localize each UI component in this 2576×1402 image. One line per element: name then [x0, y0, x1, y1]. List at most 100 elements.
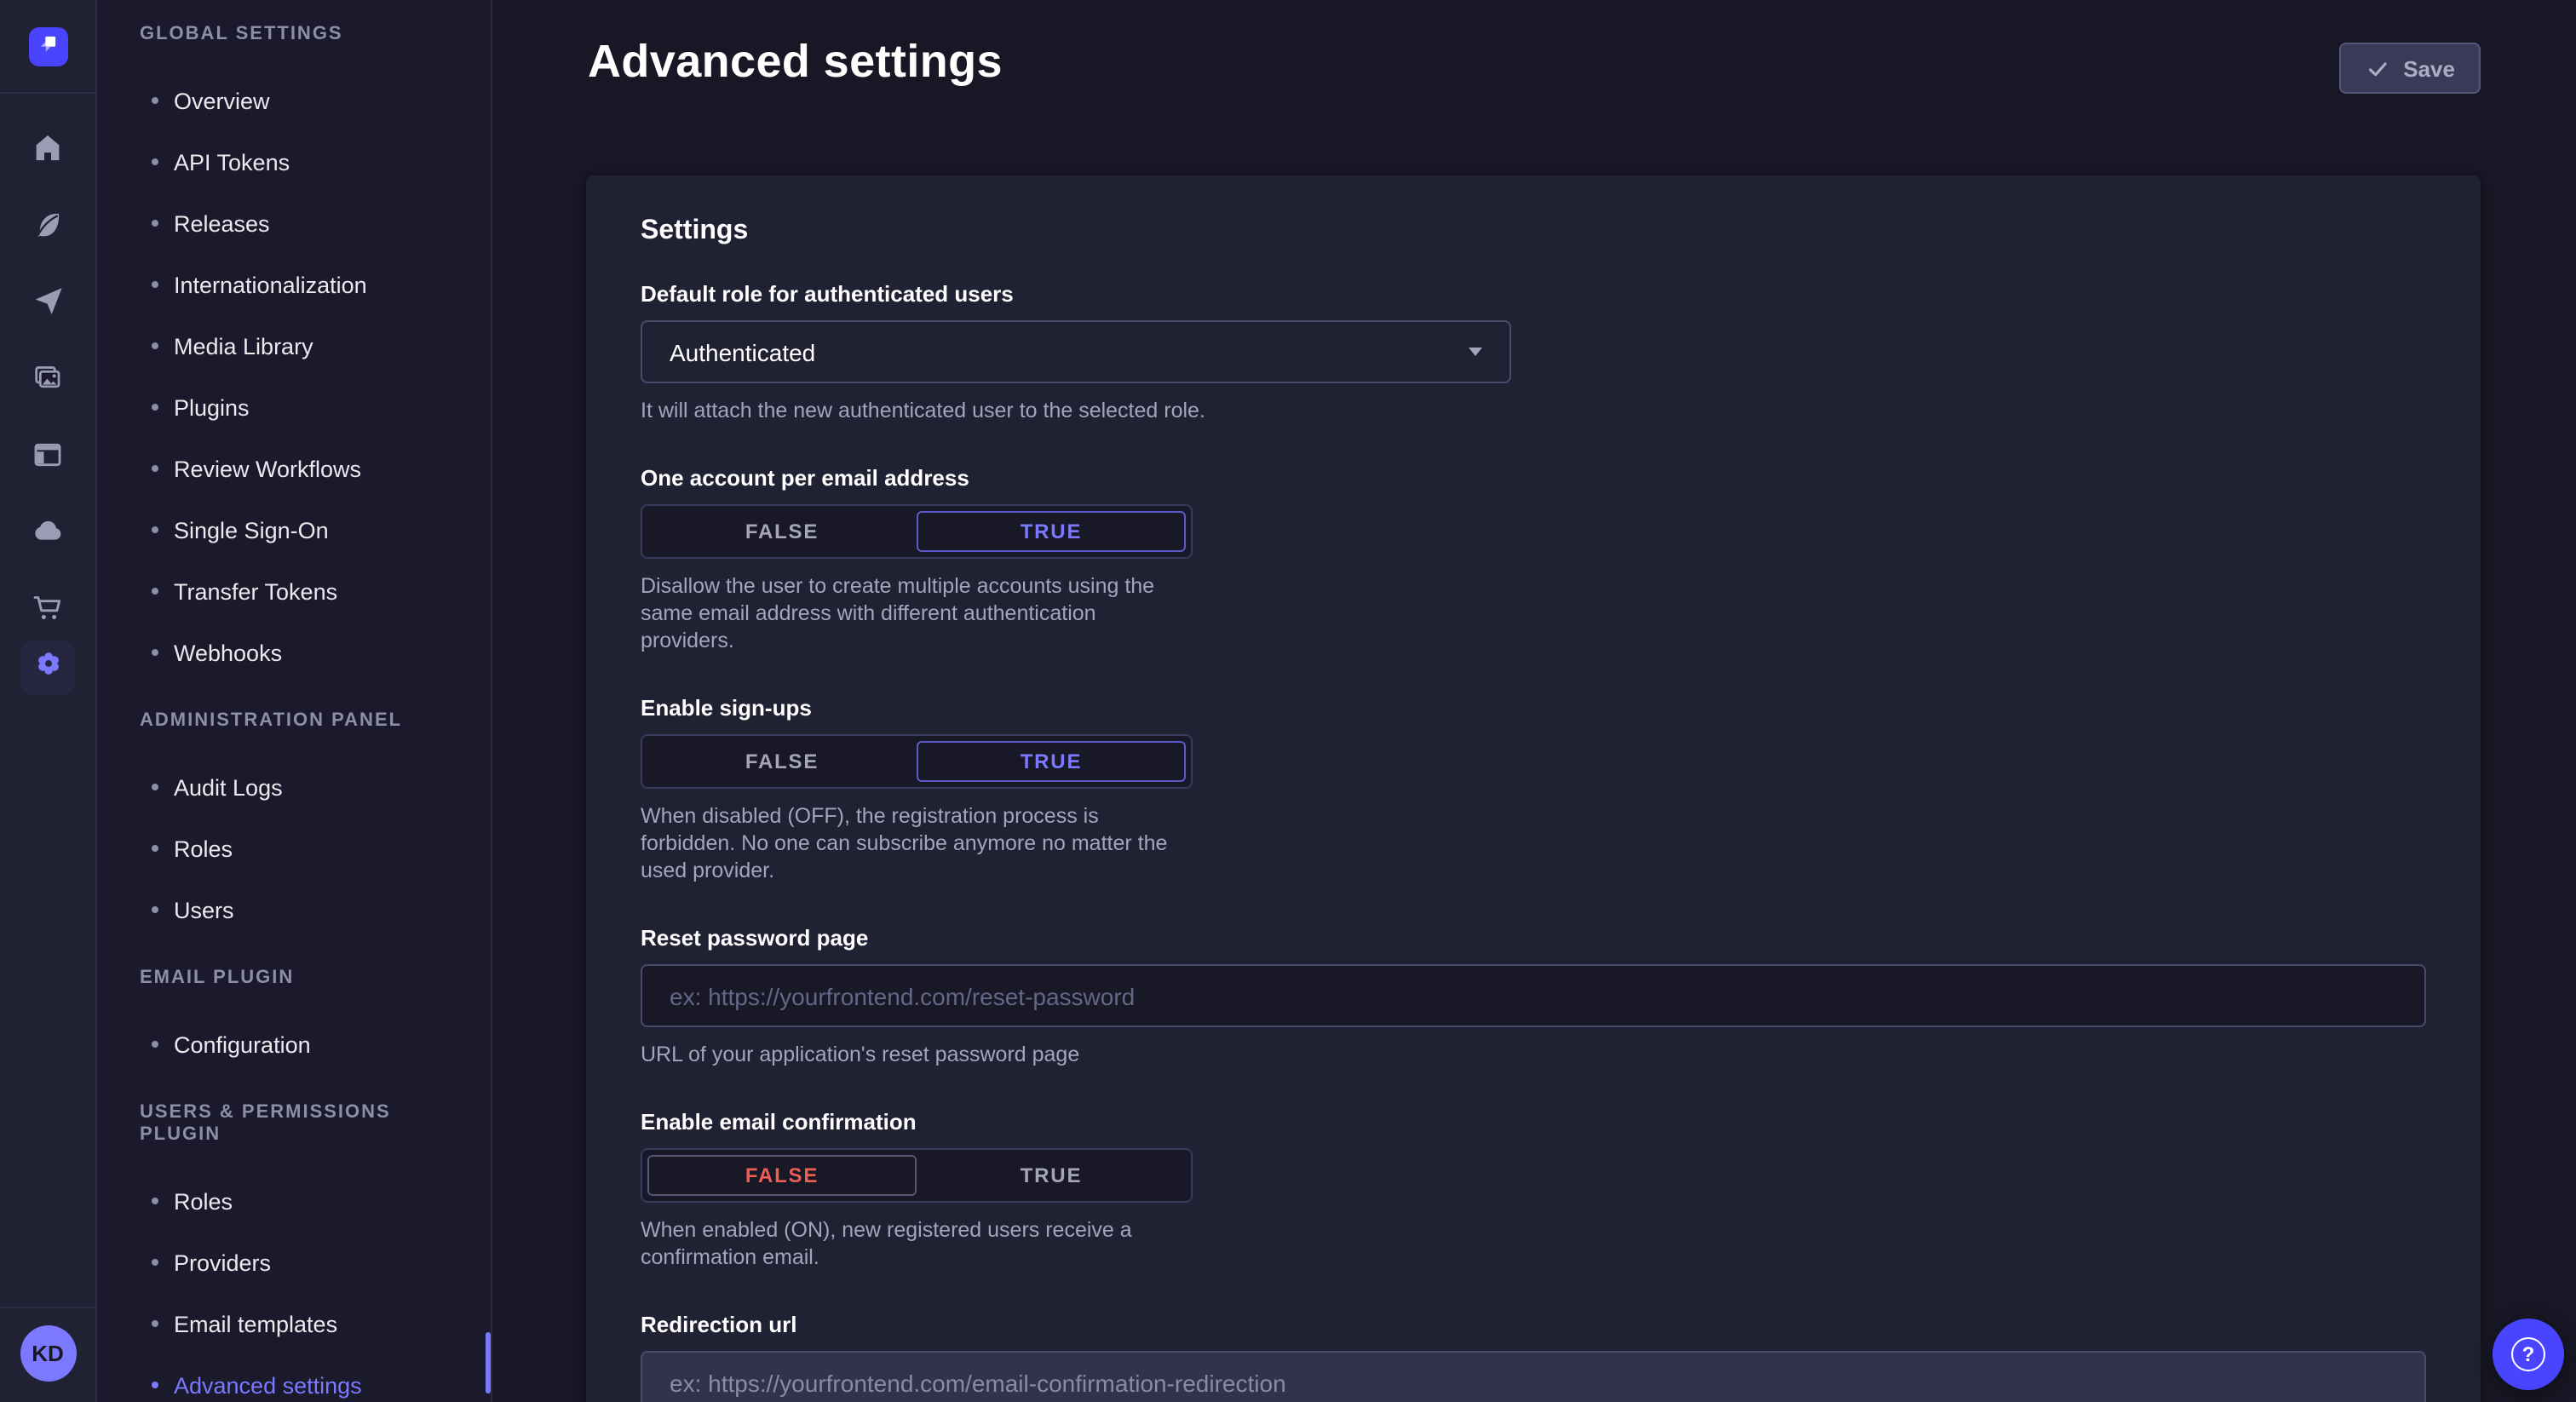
sidebar-item-label: Roles: [174, 1188, 233, 1214]
sidebar-item-audit-logs[interactable]: Audit Logs: [97, 756, 491, 818]
sidebar-item-providers[interactable]: Providers: [97, 1232, 491, 1293]
redirection-url-input[interactable]: [641, 1351, 2426, 1402]
cloud-icon[interactable]: [31, 514, 65, 549]
bullet-icon: [152, 784, 158, 790]
bullet-icon: [152, 404, 158, 411]
toggle-option-true[interactable]: TRUE: [917, 1155, 1186, 1196]
field-label: Default role for authenticated users: [641, 281, 2426, 307]
toggle-option-true[interactable]: TRUE: [917, 741, 1186, 782]
bullet-icon: [152, 1041, 158, 1048]
toggle-option-false[interactable]: FALSE: [647, 741, 917, 782]
settings-sidebar: GLOBAL SETTINGS Overview API Tokens Rele…: [97, 0, 492, 1402]
select-value: Authenticated: [670, 338, 815, 365]
field-reset-password-page: Reset password page URL of your applicat…: [641, 925, 2426, 1068]
sidebar-item-transfer-tokens[interactable]: Transfer Tokens: [97, 560, 491, 622]
sidebar-item-label: Media Library: [174, 333, 313, 359]
sidebar-item-label: Users: [174, 897, 234, 922]
bullet-icon: [152, 1198, 158, 1204]
main-content: Advanced settings Save Settings Default …: [492, 0, 2576, 1402]
save-button[interactable]: Save: [2338, 43, 2481, 94]
settings-nav-active[interactable]: [20, 641, 75, 695]
sidebar-item-review-workflows[interactable]: Review Workflows: [97, 438, 491, 499]
sidebar-item-plugins[interactable]: Plugins: [97, 376, 491, 438]
content-manager-layout-icon[interactable]: [31, 438, 65, 472]
field-one-account-per-email: One account per email address FALSE TRUE…: [641, 465, 2426, 654]
bullet-icon: [152, 465, 158, 472]
bullet-icon: [152, 1382, 158, 1388]
sidebar-item-releases[interactable]: Releases: [97, 192, 491, 254]
sidebar-item-label: Overview: [174, 88, 270, 113]
sidebar-item-webhooks[interactable]: Webhooks: [97, 622, 491, 683]
field-hint: When disabled (OFF), the registration pr…: [641, 802, 1193, 884]
strapi-logo[interactable]: [28, 27, 67, 66]
help-button[interactable]: ?: [2493, 1319, 2564, 1390]
default-role-select[interactable]: Authenticated: [641, 320, 1511, 383]
marketplace-cart-icon[interactable]: [31, 591, 65, 625]
sidebar-item-admin-roles[interactable]: Roles: [97, 818, 491, 879]
bullet-icon: [152, 342, 158, 349]
sidebar-item-overview[interactable]: Overview: [97, 70, 491, 131]
field-redirection-url: Redirection url: [641, 1312, 2426, 1402]
field-default-role: Default role for authenticated users Aut…: [641, 281, 2426, 424]
bullet-icon: [152, 281, 158, 288]
sidebar-item-label: Advanced settings: [174, 1372, 362, 1398]
sidebar-item-label: API Tokens: [174, 149, 290, 175]
user-avatar[interactable]: KD: [20, 1325, 76, 1382]
sidebar-item-label: Plugins: [174, 394, 250, 420]
sidebar-section-global-settings: GLOBAL SETTINGS Overview API Tokens Rele…: [97, 24, 491, 683]
settings-heading: Settings: [641, 216, 2426, 247]
sidebar-section-administration-panel: ADMINISTRATION PANEL Audit Logs Roles Us…: [97, 710, 491, 940]
field-label: Enable email confirmation: [641, 1109, 2426, 1135]
sidebar-item-users[interactable]: Users: [97, 879, 491, 940]
one-account-toggle: FALSE TRUE: [641, 504, 1193, 559]
sidebar-item-media-library[interactable]: Media Library: [97, 315, 491, 376]
gear-icon: [32, 647, 64, 688]
field-label: One account per email address: [641, 465, 2426, 491]
bullet-icon: [152, 97, 158, 104]
toggle-option-false[interactable]: FALSE: [647, 1155, 917, 1196]
field-label: Reset password page: [641, 925, 2426, 951]
bullet-icon: [152, 649, 158, 656]
bullet-icon: [152, 1259, 158, 1266]
strapi-logo-icon: [35, 30, 60, 64]
sidebar-item-email-templates[interactable]: Email templates: [97, 1293, 491, 1354]
bullet-icon: [152, 845, 158, 852]
section-title: USERS & PERMISSIONS PLUGIN: [97, 1102, 491, 1146]
field-hint: When enabled (ON), new registered users …: [641, 1216, 1193, 1271]
icon-rail: KD: [0, 0, 97, 1402]
email-confirmation-toggle: FALSE TRUE: [641, 1148, 1193, 1203]
app-window: KD GLOBAL SETTINGS Overview API Tokens R…: [0, 0, 2576, 1402]
enable-sign-ups-toggle: FALSE TRUE: [641, 734, 1193, 789]
sidebar-item-label: Internationalization: [174, 272, 367, 297]
field-hint: URL of your application's reset password…: [641, 1041, 2426, 1068]
section-title: GLOBAL SETTINGS: [97, 24, 491, 46]
content-type-builder-feather-icon[interactable]: [31, 208, 65, 242]
check-icon: [2364, 55, 2389, 81]
field-label: Enable sign-ups: [641, 695, 2426, 721]
sidebar-item-advanced-settings[interactable]: Advanced settings: [97, 1354, 491, 1402]
sidebar-item-api-tokens[interactable]: API Tokens: [97, 131, 491, 192]
media-library-icon[interactable]: [31, 361, 65, 395]
sidebar-item-label: Audit Logs: [174, 774, 283, 800]
sidebar-item-label: Webhooks: [174, 640, 282, 665]
active-item-indicator: [486, 1332, 491, 1393]
sidebar-item-up-roles[interactable]: Roles: [97, 1170, 491, 1232]
field-enable-email-confirmation: Enable email confirmation FALSE TRUE Whe…: [641, 1109, 2426, 1271]
section-title: ADMINISTRATION PANEL: [97, 710, 491, 733]
sidebar-item-internationalization[interactable]: Internationalization: [97, 254, 491, 315]
deploy-plane-icon[interactable]: [31, 284, 65, 319]
field-hint: It will attach the new authenticated use…: [641, 397, 2426, 424]
page-title: Advanced settings: [588, 36, 1003, 89]
chevron-down-icon: [1469, 348, 1482, 356]
sidebar-section-email-plugin: EMAIL PLUGIN Configuration: [97, 968, 491, 1075]
sidebar-item-label: Single Sign-On: [174, 517, 329, 543]
sidebar-item-label: Review Workflows: [174, 456, 361, 481]
home-icon[interactable]: [31, 131, 65, 165]
bullet-icon: [152, 906, 158, 913]
sidebar-item-configuration[interactable]: Configuration: [97, 1014, 491, 1075]
reset-password-input[interactable]: [641, 964, 2426, 1027]
settings-card: Settings Default role for authenticated …: [586, 175, 2481, 1402]
toggle-option-false[interactable]: FALSE: [647, 511, 917, 552]
toggle-option-true[interactable]: TRUE: [917, 511, 1186, 552]
sidebar-item-single-sign-on[interactable]: Single Sign-On: [97, 499, 491, 560]
